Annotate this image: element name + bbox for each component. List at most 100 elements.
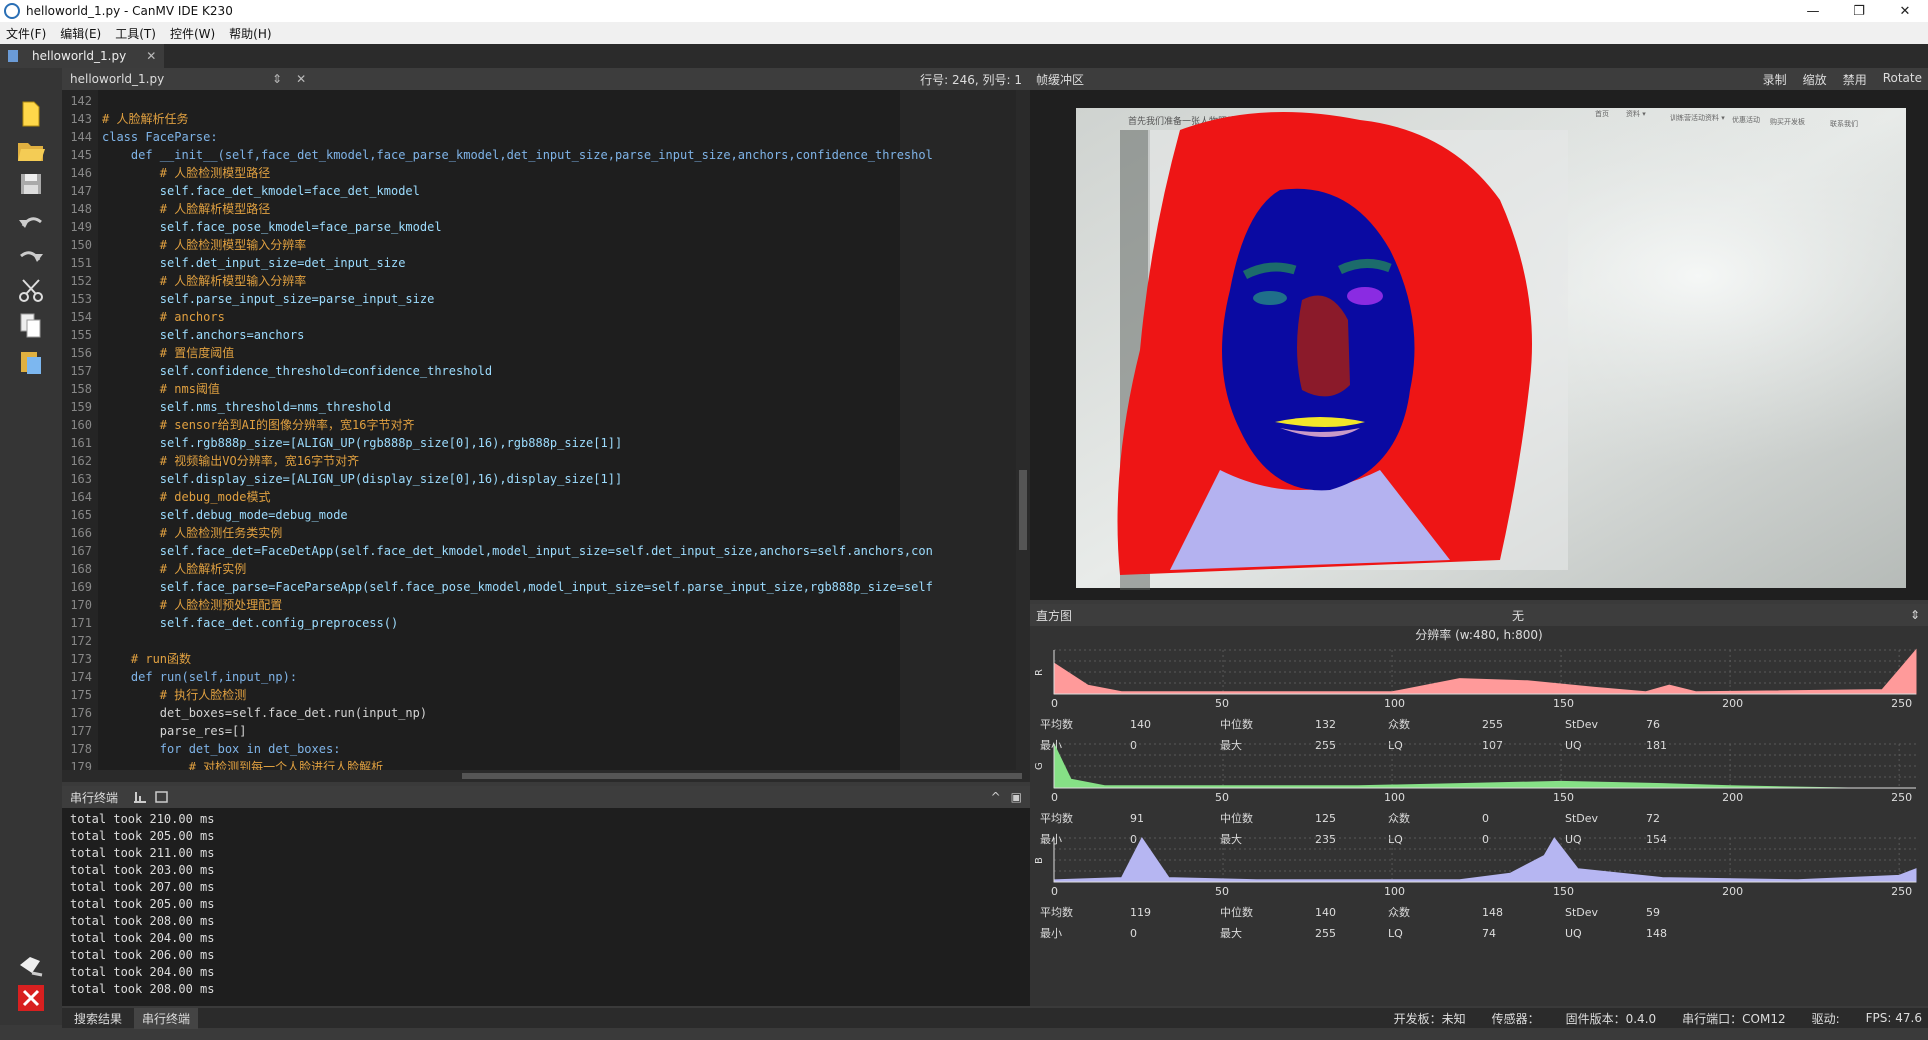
title-bar: helloworld_1.py - CanMV IDE K230 — ❐ ✕ bbox=[0, 0, 1928, 22]
line-number: 167 bbox=[70, 544, 92, 558]
stat-label: 中位数 bbox=[1220, 717, 1253, 731]
screen-text: 资料 ▾ bbox=[1626, 109, 1646, 118]
stat-value: 72 bbox=[1646, 812, 1660, 825]
editor-header: helloworld_1.py ⇕ ✕ 行号: 246, 列号: 1 bbox=[62, 68, 1030, 90]
menu-widgets[interactable]: 控件(W) bbox=[170, 25, 215, 42]
code-text: self.face_pose_kmodel=face_parse_kmodel bbox=[102, 220, 442, 234]
editor-file-select[interactable]: helloworld_1.py bbox=[62, 72, 272, 86]
line-number: 178 bbox=[70, 742, 92, 756]
code-text: # 人脸检测预处理配置 bbox=[102, 598, 283, 612]
framebuffer-header: 帧缓冲区 录制 缩放 禁用 Rotate bbox=[1030, 68, 1928, 90]
line-number: 160 bbox=[70, 418, 92, 432]
line-number: 169 bbox=[70, 580, 92, 594]
terminal-save-icon[interactable] bbox=[154, 790, 170, 804]
copy-button[interactable] bbox=[14, 310, 48, 342]
tick-label: 250 bbox=[1891, 885, 1912, 898]
code-line: 155 self.anchors=anchors bbox=[62, 326, 1022, 344]
code-line: 143 # 人脸解析任务 bbox=[62, 110, 1022, 128]
tick-label: 0 bbox=[1051, 697, 1058, 710]
channel-label: B bbox=[1034, 857, 1045, 864]
code-line: 170 # 人脸检测预处理配置 bbox=[62, 596, 1022, 614]
tick-label: 0 bbox=[1051, 885, 1058, 898]
code-text: self.parse_input_size=parse_input_size bbox=[102, 292, 435, 306]
redo-button[interactable] bbox=[14, 240, 48, 272]
histogram-b: B 0 50 100 150 200 250 平均数 119 最小 0 中位数 140 最大 255 众数 14… bbox=[1034, 837, 1917, 940]
scroll-thumb[interactable] bbox=[462, 773, 1022, 779]
save-file-button[interactable] bbox=[14, 168, 48, 200]
menu-edit[interactable]: 编辑(E) bbox=[60, 25, 101, 42]
collapse-up-icon[interactable]: ^ bbox=[991, 790, 1001, 804]
code-line: 148 # 人脸解析模型路径 bbox=[62, 200, 1022, 218]
camera-frame-image: 首先我们准备一张人物照片 首页 资料 ▾ 训练营活动资料 ▾ 优惠活动 购买开发… bbox=[1076, 108, 1906, 590]
status-firmware: 固件版本：0.4.0 bbox=[1565, 1011, 1657, 1026]
code-text: # 人脸检测模型路径 bbox=[102, 166, 271, 180]
code-line: 173 # run函数 bbox=[62, 650, 1022, 668]
open-file-button[interactable] bbox=[14, 134, 48, 166]
mode-select-arrows-icon[interactable]: ⇕ bbox=[1910, 608, 1920, 622]
editor-vertical-scrollbar[interactable] bbox=[1016, 90, 1030, 770]
undo-button[interactable] bbox=[14, 206, 48, 238]
stat-label: 最小 bbox=[1040, 833, 1062, 846]
close-window-button[interactable]: ✕ bbox=[1882, 0, 1928, 22]
line-number: 163 bbox=[70, 472, 92, 486]
code-editor[interactable]: 142 143 # 人脸解析任务 144 class FaceParse: 145 def… bbox=[62, 90, 1030, 770]
code-line: 172 bbox=[62, 632, 1022, 650]
editor-close-icon[interactable]: ✕ bbox=[296, 72, 306, 86]
open-folder-icon bbox=[18, 143, 45, 161]
line-number: 143 bbox=[70, 112, 92, 126]
paste-button[interactable] bbox=[14, 346, 48, 378]
screen-text: 训练营活动资料 ▾ bbox=[1670, 113, 1725, 122]
terminal-line: total took 207.00 ms bbox=[70, 880, 215, 894]
code-line: 157 self.confidence_threshold=confidence… bbox=[62, 362, 1022, 380]
new-file-button[interactable] bbox=[14, 98, 48, 130]
menu-tools[interactable]: 工具(T) bbox=[115, 25, 156, 42]
stat-label: UQ bbox=[1565, 927, 1582, 940]
connect-button[interactable] bbox=[14, 948, 48, 980]
record-button[interactable]: 录制 bbox=[1763, 71, 1787, 88]
tick-label: 200 bbox=[1722, 885, 1743, 898]
tab-label: helloworld_1.py bbox=[32, 49, 127, 63]
rotate-button[interactable]: Rotate bbox=[1883, 71, 1922, 88]
python-file-icon bbox=[8, 50, 18, 62]
cut-button[interactable] bbox=[14, 274, 48, 306]
code-line: 174 def run(self,input_np): bbox=[62, 668, 1022, 686]
menu-help[interactable]: 帮助(H) bbox=[229, 25, 271, 42]
tab-serial-terminal[interactable]: 串行终端 bbox=[134, 1007, 199, 1029]
stat-label: 最小 bbox=[1040, 739, 1062, 752]
scroll-thumb[interactable] bbox=[1019, 470, 1027, 550]
histogram-g: G0 50 100 150 200 250平均数 91最小 0中位数 125最大 235众数 0LQ… bbox=[1034, 743, 1916, 846]
terminal-line: total took 205.00 ms bbox=[70, 829, 215, 843]
editor-horizontal-scrollbar[interactable] bbox=[62, 770, 1030, 782]
line-number: 144 bbox=[70, 130, 92, 144]
histogram-mode-select[interactable]: 无 bbox=[1512, 607, 1524, 624]
window-controls: — ❐ ✕ bbox=[1790, 0, 1928, 22]
code-line: 165 self.debug_mode=debug_mode bbox=[62, 506, 1022, 524]
minimize-button[interactable]: — bbox=[1790, 0, 1836, 22]
terminal-output[interactable]: total took 210.00 ms total took 205.00 m… bbox=[62, 808, 1030, 1006]
terminal-settings-icon[interactable] bbox=[132, 790, 148, 804]
code-text: # 人脸解析模型输入分辨率 bbox=[102, 274, 307, 288]
code-text: # debug_mode模式 bbox=[102, 490, 271, 504]
tab-helloworld[interactable]: helloworld_1.py ✕ bbox=[0, 44, 165, 68]
disable-button[interactable]: 禁用 bbox=[1843, 71, 1867, 88]
stat-value: 255 bbox=[1315, 739, 1336, 752]
code-line: 159 self.nms_threshold=nms_threshold bbox=[62, 398, 1022, 416]
menu-file[interactable]: 文件(F) bbox=[6, 25, 46, 42]
terminal-header: 串行终端 ^ ▣ bbox=[62, 786, 1030, 808]
code-line: 158 # nms阈值 bbox=[62, 380, 1022, 398]
file-select-arrows-icon[interactable]: ⇕ bbox=[272, 72, 282, 86]
stat-label: UQ bbox=[1565, 833, 1582, 846]
line-number: 145 bbox=[70, 148, 92, 162]
maximize-button[interactable]: ❐ bbox=[1836, 0, 1882, 22]
stop-button[interactable] bbox=[14, 982, 48, 1014]
code-text: self.face_parse=FaceParseApp(self.face_p… bbox=[102, 580, 933, 594]
tab-search-results[interactable]: 搜索结果 bbox=[66, 1008, 130, 1029]
tick-label: 0 bbox=[1051, 791, 1058, 804]
stat-value: 0 bbox=[1130, 927, 1137, 940]
code-text: # 执行人脸检测 bbox=[102, 688, 247, 702]
tab-close-icon[interactable]: ✕ bbox=[146, 49, 156, 63]
stat-value: 255 bbox=[1315, 927, 1336, 940]
panel-toggle-icon[interactable]: ▣ bbox=[1011, 790, 1022, 804]
zoom-button[interactable]: 缩放 bbox=[1803, 71, 1827, 88]
